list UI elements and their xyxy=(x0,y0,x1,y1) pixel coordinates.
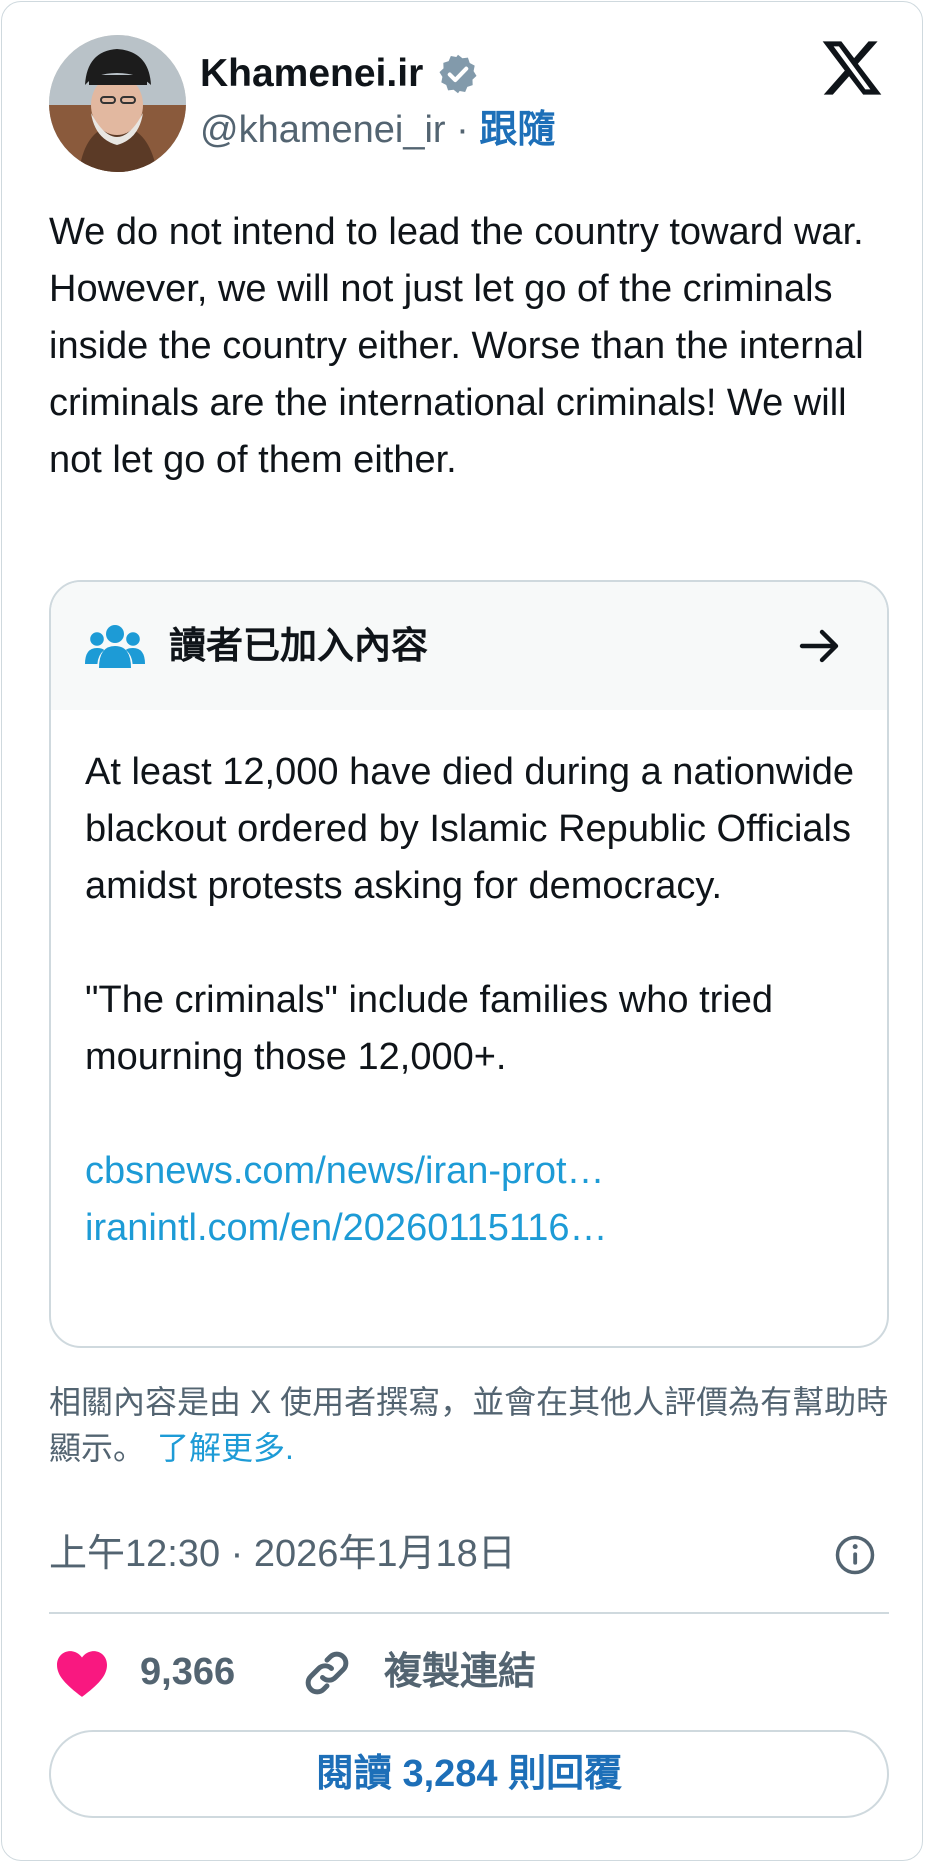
separator: · xyxy=(456,109,469,151)
tweet-card: Khamenei.ir @khamenei_ir · 跟隨 We do not … xyxy=(1,1,923,1861)
learn-more-link[interactable]: 了解更多. xyxy=(157,1430,294,1466)
note-paragraph: "The criminals" include families who tri… xyxy=(85,979,774,1078)
divider xyxy=(49,1612,889,1614)
note-link-cbsnews[interactable]: cbsnews.com/news/iran-prot… xyxy=(85,1143,865,1200)
tweet-text: We do not intend to lead the country tow… xyxy=(49,211,864,481)
community-note: 讀者已加入內容 At least 12,000 have died during… xyxy=(49,580,889,1348)
note-link-iranintl[interactable]: iranintl.com/en/20260115116… xyxy=(85,1200,865,1257)
community-note-body: At least 12,000 have died during a natio… xyxy=(85,744,865,1257)
timestamp[interactable]: 上午12:30 · 2026年1月18日 xyxy=(49,1530,516,1578)
note-disclaimer: 相關內容是由 X 使用者撰寫，並會在其他人評價為有幫助時顯示。 了解更多. xyxy=(49,1379,889,1471)
follow-button[interactable]: 跟隨 xyxy=(479,109,555,151)
verified-badge-icon xyxy=(439,54,477,94)
info-icon[interactable] xyxy=(834,1534,876,1576)
read-replies-button[interactable]: 閱讀 3,284 則回覆 xyxy=(49,1730,889,1818)
arrow-right-icon[interactable] xyxy=(795,622,845,670)
like-count[interactable]: 9,366 xyxy=(140,1648,235,1696)
heart-icon[interactable] xyxy=(54,1648,110,1698)
community-note-header[interactable]: 讀者已加入內容 xyxy=(51,582,887,710)
x-logo-icon[interactable] xyxy=(820,38,884,98)
copy-link-button[interactable]: 複製連結 xyxy=(384,1648,536,1696)
link-icon[interactable] xyxy=(300,1646,354,1700)
people-icon xyxy=(85,625,145,668)
note-paragraph: At least 12,000 have died during a natio… xyxy=(85,751,854,907)
handle[interactable]: @khamenei_ir xyxy=(200,109,446,151)
display-name[interactable]: Khamenei.ir xyxy=(200,50,423,98)
avatar-image xyxy=(49,35,186,172)
avatar[interactable] xyxy=(49,35,186,172)
community-note-title: 讀者已加入內容 xyxy=(169,625,428,666)
handle-row: @khamenei_ir · 跟隨 xyxy=(200,106,555,154)
